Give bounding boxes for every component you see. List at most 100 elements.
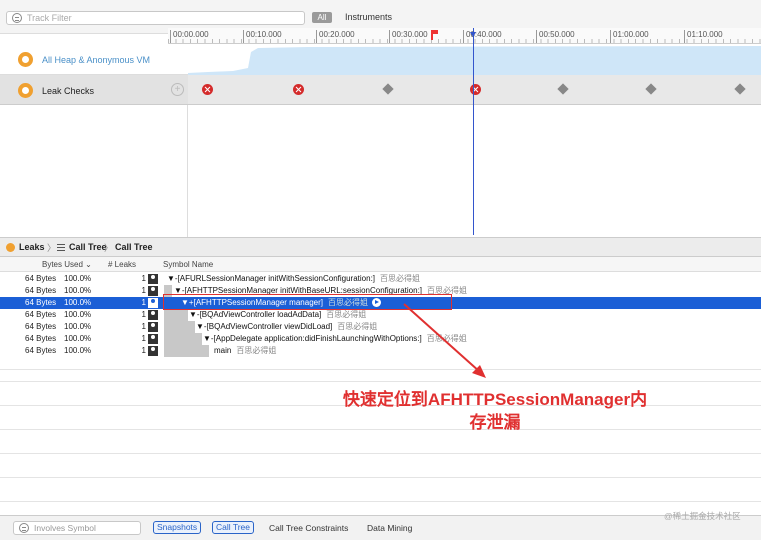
- row-leaks: 1: [141, 298, 146, 307]
- row-separator: [0, 453, 761, 454]
- user-code-icon: [148, 298, 158, 308]
- track-heap-name: All Heap & Anonymous VM: [42, 55, 151, 65]
- row-bytes: 64 Bytes: [25, 286, 57, 295]
- row-bytes: 64 Bytes: [25, 346, 57, 355]
- breadcrumb-call-tree-detail[interactable]: Call Tree: [115, 242, 153, 252]
- track-heap-label-area[interactable]: All Heap & Anonymous VM: [0, 44, 188, 74]
- leak-found-marker[interactable]: [293, 84, 304, 95]
- list-icon: [57, 244, 65, 251]
- timeline-ruler[interactable]: 00:00.000 00:10.000 00:20.000 00:30.000 …: [168, 28, 761, 44]
- row-symbol: ▼-[BQAdViewController viewDidLoad] 百思必得姐: [196, 321, 377, 333]
- ruler-tick: 00:00.000: [170, 30, 209, 43]
- row-symbol: ▼-[BQAdViewController loadAdData] 百思必得姐: [189, 309, 366, 321]
- user-code-icon: [148, 322, 158, 332]
- row-separator: [0, 381, 761, 382]
- column-bytes-used[interactable]: Bytes Used ⌄: [42, 260, 92, 269]
- ruler-tick: 01:10.000: [684, 30, 723, 43]
- table-row[interactable]: 64 Bytes 100.0% 1 ▼-[BQAdViewController …: [0, 309, 761, 321]
- row-percent: 100.0%: [64, 274, 92, 283]
- breadcrumb-leaks[interactable]: Leaks: [19, 242, 45, 252]
- bottom-toolbar: Involves Symbol Snapshots Call Tree Call…: [0, 515, 761, 540]
- add-icon[interactable]: +: [171, 83, 184, 96]
- track-filter-placeholder: Track Filter: [27, 13, 72, 23]
- breadcrumb-call-tree[interactable]: Call Tree: [69, 242, 107, 252]
- ruler-tick: 00:20.000: [316, 30, 355, 43]
- row-bytes: 64 Bytes: [25, 322, 57, 331]
- indent-guide: [164, 333, 202, 345]
- track-filter-field[interactable]: Track Filter: [6, 11, 305, 25]
- involves-symbol-field[interactable]: Involves Symbol: [13, 521, 141, 535]
- row-symbol: ▼-[AFURLSessionManager initWithSessionCo…: [167, 273, 420, 285]
- user-code-icon: [148, 334, 158, 344]
- table-row[interactable]: 64 Bytes 100.0% 1 main 百思必得姐: [0, 345, 761, 357]
- row-symbol-name: ▼-[AppDelegate application:didFinishLaun…: [203, 334, 422, 343]
- row-leaks: 1: [141, 310, 146, 319]
- row-library: 百思必得姐: [337, 322, 378, 331]
- table-row[interactable]: 64 Bytes 100.0% 1 ▼-[AFURLSessionManager…: [0, 273, 761, 285]
- leaks-icon: [18, 83, 33, 98]
- playhead[interactable]: [470, 28, 476, 235]
- user-code-icon: [148, 274, 158, 284]
- no-leak-marker[interactable]: [383, 84, 394, 95]
- track-leaks-name: Leak Checks: [42, 86, 95, 96]
- flag-icon[interactable]: [431, 30, 438, 40]
- no-leak-marker[interactable]: [558, 84, 569, 95]
- row-library: 百思必得姐: [326, 310, 367, 319]
- row-percent: 100.0%: [64, 310, 92, 319]
- track-leak-checks[interactable]: Leak Checks +: [0, 75, 761, 105]
- annotation-line-1: 快速定位到AFHTTPSessionManager内: [342, 390, 648, 409]
- indent-guide: [164, 321, 195, 333]
- no-leak-marker[interactable]: [646, 84, 657, 95]
- row-symbol-name: main: [214, 346, 232, 355]
- track-empty-area: [0, 105, 761, 237]
- indent-guide: [164, 345, 209, 357]
- call-tree-button[interactable]: Call Tree: [212, 521, 255, 534]
- track-divider: [187, 105, 188, 237]
- row-leaks: 1: [141, 286, 146, 295]
- all-button[interactable]: All: [312, 12, 332, 23]
- breadcrumb: Leaks 〉 Call Tree 〉 Call Tree: [0, 237, 761, 257]
- row-percent: 100.0%: [64, 322, 92, 331]
- leak-found-marker[interactable]: [470, 84, 481, 95]
- ruler-tick: 00:40.000: [463, 30, 502, 43]
- filter-icon: [19, 523, 29, 533]
- table-row[interactable]: 64 Bytes 100.0% 1 ▼-[AppDelegate applica…: [0, 333, 761, 345]
- call-tree-constraints-button[interactable]: Call Tree Constraints: [269, 523, 348, 533]
- chevron-right-icon: 〉: [104, 243, 114, 253]
- row-bytes: 64 Bytes: [25, 334, 57, 343]
- row-percent: 100.0%: [64, 298, 92, 307]
- leak-found-marker[interactable]: [202, 84, 213, 95]
- ruler-tick: 00:30.000: [389, 30, 428, 43]
- row-leaks: 1: [141, 274, 146, 283]
- row-bytes: 64 Bytes: [25, 274, 57, 283]
- data-mining-button[interactable]: Data Mining: [367, 523, 412, 533]
- no-leak-marker[interactable]: [735, 84, 746, 95]
- row-percent: 100.0%: [64, 286, 92, 295]
- indent-guide: [164, 309, 188, 321]
- leaks-icon: [6, 243, 15, 252]
- snapshots-button[interactable]: Snapshots: [153, 521, 202, 534]
- row-symbol-name: ▼-[BQAdViewController viewDidLoad]: [196, 322, 333, 331]
- row-library: 百思必得姐: [380, 274, 421, 283]
- row-library: 百思必得姐: [236, 346, 277, 355]
- ruler-tick: 00:50.000: [536, 30, 575, 43]
- column-leaks[interactable]: # Leaks: [108, 260, 136, 269]
- annotation-arrow: [403, 303, 486, 378]
- ruler-tick: 00:10.000: [243, 30, 282, 43]
- track-heap-vm[interactable]: All Heap & Anonymous VM: [0, 44, 761, 75]
- row-separator: [0, 477, 761, 478]
- user-code-icon: [148, 310, 158, 320]
- annotation-line-2: 存泄漏: [469, 413, 521, 432]
- chevron-right-icon: 〉: [47, 243, 57, 253]
- column-symbol-name[interactable]: Symbol Name: [163, 260, 213, 269]
- column-bytes-used-label: Bytes Used: [42, 260, 83, 269]
- user-code-icon: [148, 346, 158, 356]
- row-bytes: 64 Bytes: [25, 310, 57, 319]
- table-row[interactable]: 64 Bytes 100.0% 1 ▼-[BQAdViewController …: [0, 321, 761, 333]
- row-separator: [0, 501, 761, 502]
- user-code-icon: [148, 286, 158, 296]
- row-bytes: 64 Bytes: [25, 298, 57, 307]
- instruments-button[interactable]: Instruments: [345, 12, 392, 22]
- track-leaks-label-area[interactable]: Leak Checks +: [0, 75, 188, 104]
- row-leaks: 1: [141, 334, 146, 343]
